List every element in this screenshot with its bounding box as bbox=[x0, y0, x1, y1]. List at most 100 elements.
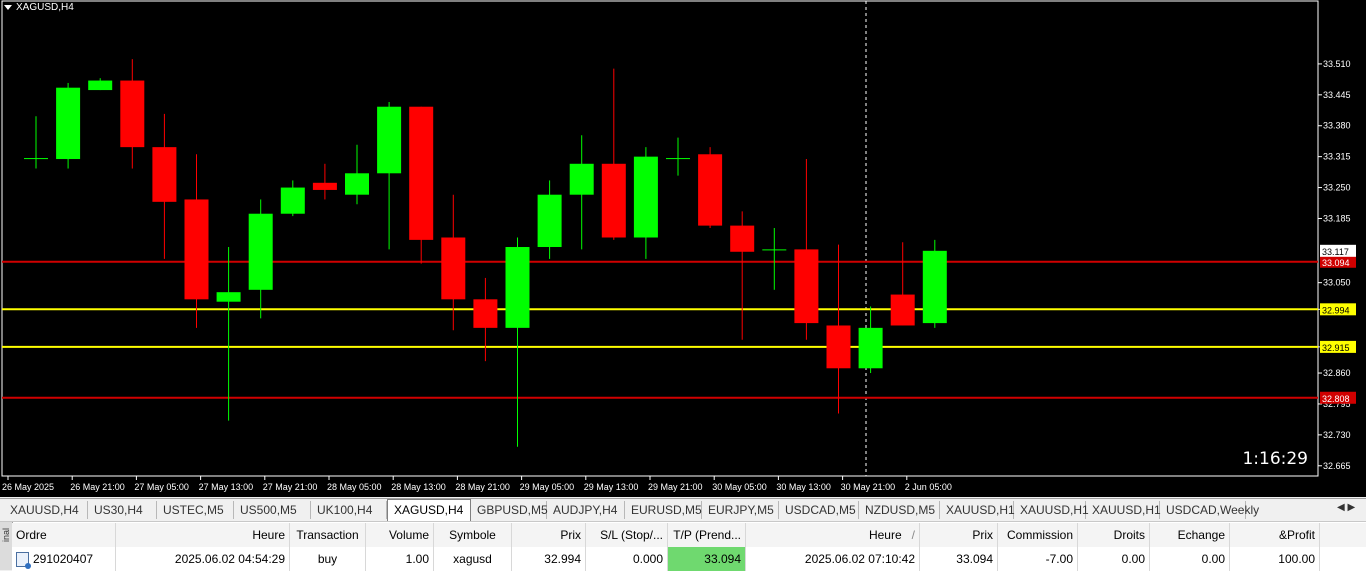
chart-tab[interactable]: EURUSD,M5 bbox=[625, 501, 702, 519]
table-cell: -7.00 bbox=[998, 547, 1078, 571]
table-cell: 32.994 bbox=[512, 547, 586, 571]
bear-candle bbox=[698, 154, 723, 226]
column-header[interactable]: T/P (Prend... bbox=[668, 523, 746, 547]
bull-candle bbox=[569, 163, 594, 195]
bear-candle bbox=[312, 182, 337, 190]
table-cell: 100.00 bbox=[1230, 547, 1320, 571]
chart-symbol-label[interactable]: XAGUSD,H4 bbox=[4, 2, 74, 13]
column-header[interactable]: Droits bbox=[1078, 523, 1150, 547]
chart-tab[interactable]: GBPUSD,M5 bbox=[471, 501, 548, 519]
dropdown-arrow-icon[interactable] bbox=[4, 5, 12, 10]
column-header[interactable]: Commission bbox=[998, 523, 1078, 547]
table-cell: buy bbox=[290, 547, 366, 571]
x-tick-label: 27 May 05:00 bbox=[134, 482, 189, 492]
chart-tab[interactable]: XAUUSD,H4 bbox=[4, 501, 88, 519]
column-header[interactable]: Heure bbox=[116, 523, 290, 547]
chart-tab[interactable]: XAGUSD,H4 bbox=[387, 499, 471, 521]
bull-candle bbox=[505, 247, 530, 328]
table-cell: 2025.06.02 04:54:29 bbox=[116, 547, 290, 571]
current-price-label: 33.117 bbox=[1322, 247, 1349, 257]
y-tick-label: 33.050 bbox=[1323, 278, 1351, 288]
x-tick-label: 29 May 13:00 bbox=[584, 482, 639, 492]
bear-candle bbox=[184, 199, 209, 300]
table-row[interactable]: 291020407 2025.06.02 04:54:29 buy 1.00 xagus… bbox=[12, 547, 1366, 571]
column-header[interactable]: Volume bbox=[366, 523, 434, 547]
candle-countdown: 1:16:29 bbox=[1242, 449, 1308, 469]
column-header[interactable]: Heure / bbox=[746, 523, 920, 547]
bull-candle bbox=[280, 187, 305, 214]
x-tick-label: 28 May 21:00 bbox=[455, 482, 510, 492]
orders-panel: inal Ordre Heure Transaction Volume Symbole P… bbox=[0, 522, 1366, 571]
column-header[interactable]: Ordre bbox=[12, 523, 116, 547]
order-id: 291020407 bbox=[33, 552, 94, 566]
bull-candle bbox=[633, 156, 658, 238]
price-level-label: 33.094 bbox=[1322, 258, 1350, 268]
bull-candle bbox=[345, 173, 369, 195]
chart-tab[interactable]: NZDUSD,M5 bbox=[859, 501, 940, 519]
column-header[interactable]: Symbole bbox=[434, 523, 512, 547]
x-tick-label: 30 May 13:00 bbox=[776, 482, 831, 492]
x-tick-label: 28 May 13:00 bbox=[391, 482, 446, 492]
chart-tab[interactable]: XAUUSD,H1 bbox=[1014, 501, 1089, 519]
bull-candle bbox=[56, 87, 81, 160]
table-cell: 0.00 bbox=[1150, 547, 1230, 571]
x-tick-label: 29 May 21:00 bbox=[648, 482, 703, 492]
y-tick-label: 33.380 bbox=[1323, 121, 1351, 131]
column-header[interactable]: Echange bbox=[1150, 523, 1230, 547]
bull-candle bbox=[922, 250, 947, 324]
y-tick-label: 33.315 bbox=[1323, 152, 1351, 162]
bear-candle bbox=[441, 237, 466, 300]
column-header[interactable]: S/L (Stop/... bbox=[586, 523, 668, 547]
chart-tab[interactable]: XAUUSD,H1 bbox=[1086, 501, 1161, 519]
x-tick-label: 27 May 13:00 bbox=[199, 482, 254, 492]
y-tick-label: 32.730 bbox=[1323, 430, 1351, 440]
tab-scroll-arrows[interactable]: ◀ ▶ bbox=[1337, 502, 1355, 513]
sort-indicator: / bbox=[911, 528, 915, 542]
column-header[interactable]: Prix bbox=[512, 523, 586, 547]
y-tick-label: 33.445 bbox=[1323, 90, 1351, 100]
x-tick-label: 2 Jun 05:00 bbox=[905, 482, 952, 492]
chart-tab[interactable]: UK100,H4 bbox=[311, 501, 387, 519]
bear-candle bbox=[730, 225, 755, 252]
chart-tab[interactable]: USDCAD,M5 bbox=[779, 501, 859, 519]
chart-tab[interactable]: XAUUSD,H1 bbox=[940, 501, 1015, 519]
order-icon bbox=[16, 552, 31, 570]
table-cell: xagusd bbox=[434, 547, 512, 571]
price-chart[interactable]: 33.510 33.445 33.380 33.315 33.250 33.185 33.0… bbox=[0, 0, 1366, 497]
chart-tab[interactable]: US500,M5 bbox=[234, 501, 311, 519]
y-tick-label: 33.185 bbox=[1323, 213, 1351, 223]
chart-tab[interactable]: AUDJPY,H4 bbox=[547, 501, 625, 519]
candlestick-chart[interactable]: 33.510 33.445 33.380 33.315 33.250 33.185 33.0… bbox=[0, 0, 1366, 497]
table-cell: 0.000 bbox=[586, 547, 668, 571]
chart-tab[interactable]: EURJPY,M5 bbox=[702, 501, 779, 519]
bull-candle bbox=[248, 213, 273, 290]
x-tick-label: 26 May 2025 bbox=[2, 482, 54, 492]
bull-candle bbox=[377, 106, 402, 174]
chart-tab[interactable]: US30,H4 bbox=[88, 501, 157, 519]
table-cell: 33.094 bbox=[668, 547, 746, 571]
table-cell: 291020407 bbox=[12, 547, 116, 571]
column-header[interactable]: Transaction bbox=[290, 523, 366, 547]
bear-candle bbox=[826, 325, 851, 369]
column-header[interactable]: Prix bbox=[920, 523, 998, 547]
price-level-label: 32.915 bbox=[1322, 343, 1350, 353]
x-tick-label: 28 May 05:00 bbox=[327, 482, 382, 492]
symbol-text: XAGUSD,H4 bbox=[16, 2, 74, 13]
scroll-right-icon[interactable]: ▶ bbox=[1347, 502, 1355, 513]
chart-tab[interactable]: USDCAD,Weekly bbox=[1160, 501, 1259, 519]
scroll-left-icon[interactable]: ◀ bbox=[1337, 502, 1345, 513]
bull-candle bbox=[24, 158, 48, 160]
bear-candle bbox=[890, 294, 915, 326]
table-cell: 33.094 bbox=[920, 547, 998, 571]
x-tick-label: 29 May 05:00 bbox=[520, 482, 575, 492]
price-level-label: 32.808 bbox=[1322, 394, 1350, 404]
table-cell: 0.00 bbox=[1078, 547, 1150, 571]
x-tick-label: 30 May 21:00 bbox=[841, 482, 896, 492]
column-header[interactable]: &Profit bbox=[1230, 523, 1320, 547]
chart-tab[interactable]: USTEC,M5 bbox=[157, 501, 234, 519]
bull-candle bbox=[762, 249, 787, 251]
orders-header: Ordre Heure Transaction Volume Symbole Prix S/… bbox=[12, 523, 1366, 548]
y-tick-label: 33.250 bbox=[1323, 183, 1351, 193]
bear-candle bbox=[120, 80, 145, 148]
bull-candle bbox=[537, 194, 562, 248]
